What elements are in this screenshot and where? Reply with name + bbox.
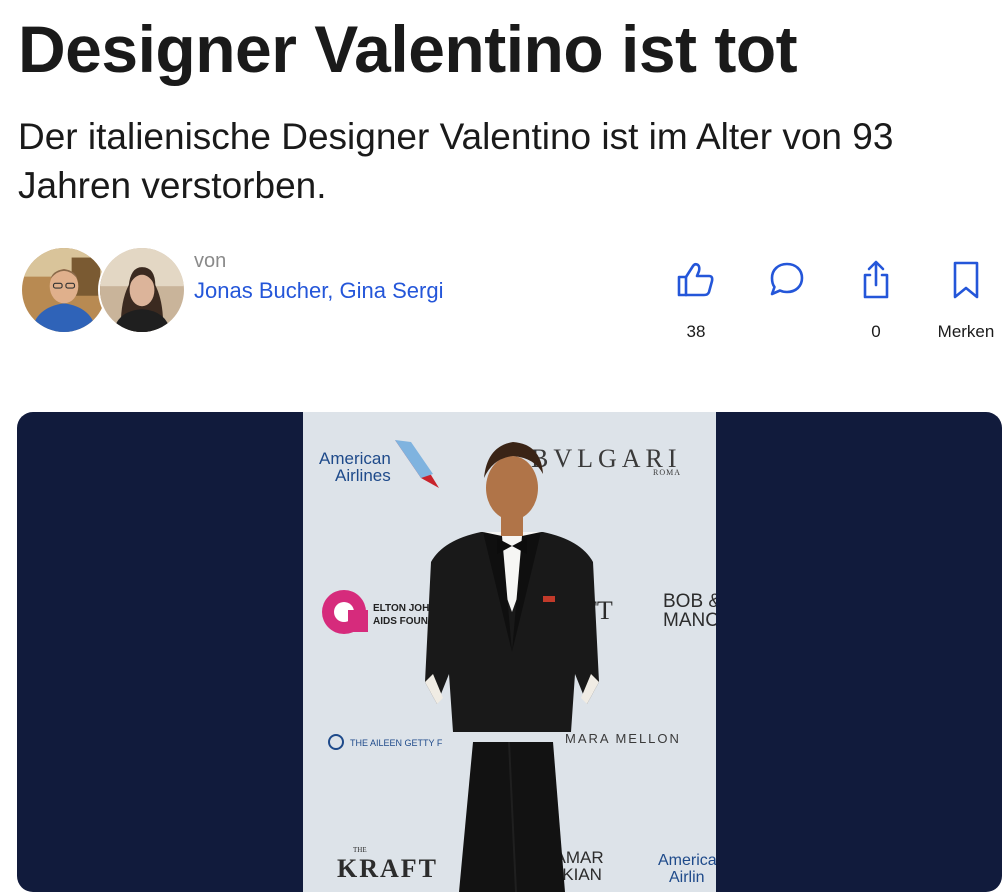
- thumbs-up-icon: [677, 262, 714, 297]
- bookmark-icon: [953, 261, 979, 299]
- article-hero-media: American Airlines BVLGARI ROMA ELTON JOH…: [17, 412, 1002, 892]
- sponsor-logo-text: America: [658, 852, 716, 869]
- avatar-photo: [100, 248, 184, 332]
- like-button[interactable]: 38: [651, 258, 741, 348]
- author-avatar-gina-sergi[interactable]: [98, 246, 186, 334]
- sponsor-logo-text: BOB &: [663, 591, 716, 612]
- byline-prefix: von: [194, 250, 227, 272]
- sponsor-logo-text: THE: [353, 846, 367, 854]
- save-button[interactable]: Merken: [921, 258, 1003, 348]
- sponsor-logo-text: ELTON JOHN: [373, 603, 437, 614]
- save-label: Merken: [937, 322, 995, 341]
- avatar-photo: [22, 248, 106, 332]
- share-icon: [863, 260, 889, 299]
- share-count: 0: [871, 322, 881, 341]
- sponsor-logo-text: Airlines: [335, 466, 391, 485]
- share-button[interactable]: 0: [831, 258, 921, 348]
- comment-button[interactable]: [742, 258, 832, 348]
- like-count: 38: [686, 322, 706, 341]
- author-avatar-jonas-bucher[interactable]: [20, 246, 108, 334]
- red-carpet-photo: American Airlines BVLGARI ROMA ELTON JOH…: [303, 412, 716, 892]
- speech-bubble-icon: [770, 262, 804, 296]
- article-headline: Designer Valentino ist tot: [18, 12, 798, 86]
- sponsor-logo-text: ROMA: [653, 468, 681, 477]
- sponsor-logo-text: Airlin: [669, 869, 705, 886]
- sponsor-logo-text: MANC: [663, 610, 716, 631]
- article-lead: Der italienische Designer Valentino ist …: [18, 116, 894, 206]
- byline-authors-link[interactable]: Jonas Bucher, Gina Sergi: [194, 278, 443, 304]
- hero-photo[interactable]: American Airlines BVLGARI ROMA ELTON JOH…: [303, 412, 716, 892]
- sponsor-logo-text: THE AILEEN GETTY F: [350, 738, 443, 748]
- sponsor-logo-text: MARA MELLON: [565, 731, 681, 746]
- sponsor-logo-text: KRAFT: [337, 854, 438, 883]
